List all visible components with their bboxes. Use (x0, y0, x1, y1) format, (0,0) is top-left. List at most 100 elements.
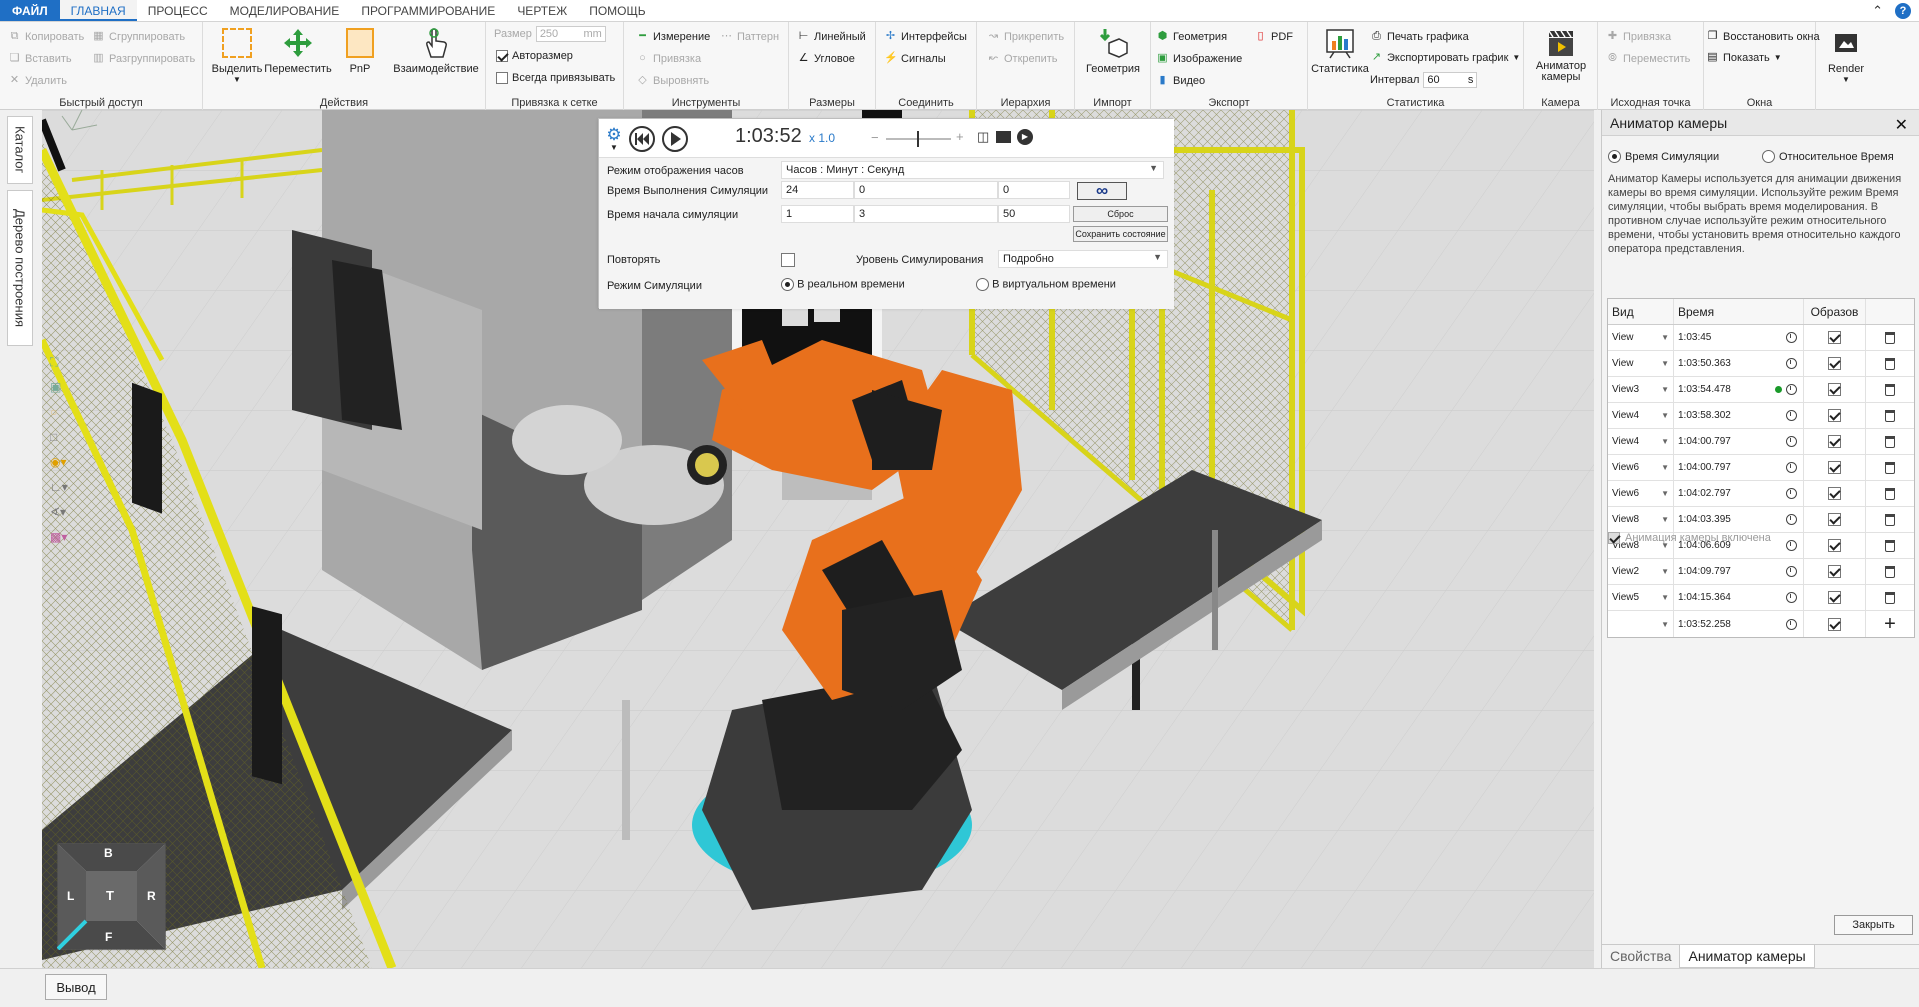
table-row[interactable]: View6 ▼ 1:04:00.797 (1608, 455, 1914, 481)
time-cell[interactable]: 1:04:03.395 (1674, 507, 1804, 532)
table-row[interactable]: View8 ▼ 1:04:03.395 (1608, 507, 1914, 533)
chevron-down-icon[interactable]: ▼ (1661, 385, 1669, 394)
interval-field[interactable]: Интервал 60 s (1370, 72, 1478, 88)
view-toolbar-fit-icon[interactable]: ⛶ (50, 355, 58, 370)
new-row-checkbox[interactable] (1828, 617, 1841, 631)
stopwatch-icon[interactable] (1786, 566, 1797, 577)
sim-record-play-icon[interactable]: ▶ (1017, 129, 1033, 145)
play-button[interactable] (662, 126, 688, 152)
time-cell[interactable]: 1:03:58.302 (1674, 403, 1804, 428)
chevron-down-icon[interactable]: ▼ (1661, 515, 1669, 524)
origin-move-button[interactable]: ⦾ Переместить (1606, 52, 1690, 65)
col-samples[interactable]: Образов (1804, 299, 1866, 324)
table-row[interactable]: View4 ▼ 1:03:58.302 (1608, 403, 1914, 429)
stopwatch-icon[interactable] (1786, 332, 1797, 343)
sample-checkbox[interactable] (1828, 383, 1841, 396)
time-cell[interactable]: 1:04:00.797 (1674, 455, 1804, 480)
sample-checkbox[interactable] (1828, 409, 1841, 422)
start-time-minutes[interactable]: 3 (854, 205, 998, 223)
paste-button[interactable]: ❏ Вставить (8, 52, 72, 65)
sample-checkbox[interactable] (1828, 487, 1841, 500)
infinite-run-button[interactable]: ∞ (1077, 181, 1127, 200)
sample-checkbox[interactable] (1828, 591, 1841, 604)
radio-relative-time[interactable]: Относительное Время (1762, 150, 1894, 163)
close-icon[interactable]: ✕ (1895, 113, 1908, 139)
statistics-button[interactable]: Статистика (1311, 26, 1369, 75)
tab-properties[interactable]: Свойства (1602, 945, 1679, 968)
stopwatch-icon[interactable] (1786, 592, 1797, 603)
time-cell[interactable]: 1:03:54.478 (1674, 377, 1804, 402)
new-row-view-select[interactable]: ▼ (1608, 611, 1674, 637)
stopwatch-icon[interactable] (1786, 436, 1797, 447)
menu-programming[interactable]: ПРОГРАММИРОВАНИЕ (350, 0, 506, 21)
show-windows-button[interactable]: ▤ Показать ▼ (1706, 51, 1781, 64)
collapse-ribbon-icon[interactable]: ⌃ (1872, 0, 1883, 22)
view-toolbar-box-icon[interactable]: □ (50, 430, 57, 444)
view-select[interactable]: View8 ▼ (1608, 507, 1674, 532)
copy-button[interactable]: ⧉ Копировать (8, 30, 85, 43)
snap-tool-button[interactable]: ○ Привязка (636, 52, 701, 65)
export-image-button[interactable]: ▣ Изображение (1156, 52, 1242, 65)
always-snap-checkbox[interactable]: Всегда привязывать (496, 72, 615, 84)
table-row[interactable]: View5 ▼ 1:04:15.364 (1608, 585, 1914, 611)
reset-button[interactable]: Сброс (1073, 206, 1168, 222)
view-select[interactable]: View6 ▼ (1608, 481, 1674, 506)
align-button[interactable]: ◇ Выровнять (636, 74, 709, 87)
mode-realtime-radio[interactable]: В реальном времени (781, 278, 905, 291)
view-select[interactable]: View6 ▼ (1608, 455, 1674, 480)
sample-checkbox[interactable] (1828, 331, 1841, 344)
interfaces-button[interactable]: ✢ Интерфейсы (884, 30, 967, 43)
save-state-button[interactable]: Сохранить состояние (1073, 226, 1168, 242)
print-chart-button[interactable]: ⎙ Печать графика (1370, 30, 1469, 43)
chevron-down-icon[interactable]: ▼ (1661, 463, 1669, 472)
autosize-checkbox[interactable]: Авторазмер (496, 50, 573, 62)
tab-build-tree[interactable]: Дерево построения (7, 190, 33, 346)
move-button[interactable]: Переместить (264, 26, 332, 75)
tab-catalog[interactable]: Каталог (7, 116, 33, 184)
view-select[interactable]: View5 ▼ (1608, 585, 1674, 610)
mode-virtual-dot[interactable] (976, 278, 989, 291)
camera-animator-button[interactable]: Аниматор камеры (1530, 26, 1592, 83)
chevron-down-icon[interactable]: ▼ (1661, 593, 1669, 602)
navcube-right[interactable]: R (147, 889, 156, 903)
view-toolbar-zoom-icon[interactable]: ▣ (50, 380, 61, 394)
menu-modeling[interactable]: МОДЕЛИРОВАНИЕ (219, 0, 351, 21)
stopwatch-icon[interactable] (1786, 358, 1797, 369)
detach-button[interactable]: ↜ Открепить (987, 52, 1058, 65)
chevron-down-icon[interactable]: ▼ (1661, 620, 1669, 629)
view-select[interactable]: View4 ▼ (1608, 429, 1674, 454)
menu-home[interactable]: ГЛАВНАЯ (59, 0, 137, 21)
clock-mode-select[interactable]: Часов : Минут : Секунд ▼ (781, 161, 1164, 179)
trash-icon[interactable] (1885, 487, 1895, 500)
stopwatch-icon[interactable] (1786, 462, 1797, 473)
navigation-cube[interactable]: B F L R T (56, 843, 166, 951)
menu-drawing[interactable]: ЧЕРТЕЖ (506, 0, 578, 21)
chevron-down-icon[interactable]: ▼ (1661, 437, 1669, 446)
view-select[interactable]: View ▼ (1608, 325, 1674, 350)
navcube-back[interactable]: B (104, 846, 113, 860)
render-button[interactable]: Render ▼ (1828, 26, 1864, 84)
trash-icon[interactable] (1885, 591, 1895, 604)
repeat-checkbox[interactable] (781, 253, 795, 267)
group-button[interactable]: ▦ Сгруппировать (92, 30, 185, 43)
stopwatch-icon[interactable] (1786, 410, 1797, 421)
help-icon[interactable]: ? (1895, 3, 1911, 19)
output-button[interactable]: Вывод (45, 974, 107, 1000)
interval-input[interactable]: 60 s (1423, 72, 1478, 88)
mode-realtime-dot[interactable] (781, 278, 794, 291)
trash-icon[interactable] (1885, 331, 1895, 344)
run-time-hours[interactable]: 24 (781, 181, 854, 199)
chevron-down-icon[interactable]: ▼ (1661, 411, 1669, 420)
tab-camera-animator[interactable]: Аниматор камеры (1679, 945, 1815, 968)
mode-virtual-radio[interactable]: В виртуальном времени (976, 278, 1116, 291)
speed-increase-icon[interactable]: + (956, 129, 964, 144)
pattern-button[interactable]: ⋯ Паттерн (720, 30, 779, 43)
signals-button[interactable]: ⚡ Сигналы (884, 52, 946, 65)
grid-size-input[interactable]: 250 mm (535, 26, 606, 42)
time-cell[interactable]: 1:04:00.797 (1674, 429, 1804, 454)
table-row[interactable]: View2 ▼ 1:04:09.797 (1608, 559, 1914, 585)
chevron-down-icon[interactable]: ▼ (1661, 567, 1669, 576)
linear-dim-button[interactable]: ⊢ Линейный (797, 30, 866, 43)
view-toolbar-cube-icon[interactable]: ▩▾ (50, 530, 67, 544)
export-pdf-button[interactable]: ▯ PDF (1254, 30, 1293, 43)
